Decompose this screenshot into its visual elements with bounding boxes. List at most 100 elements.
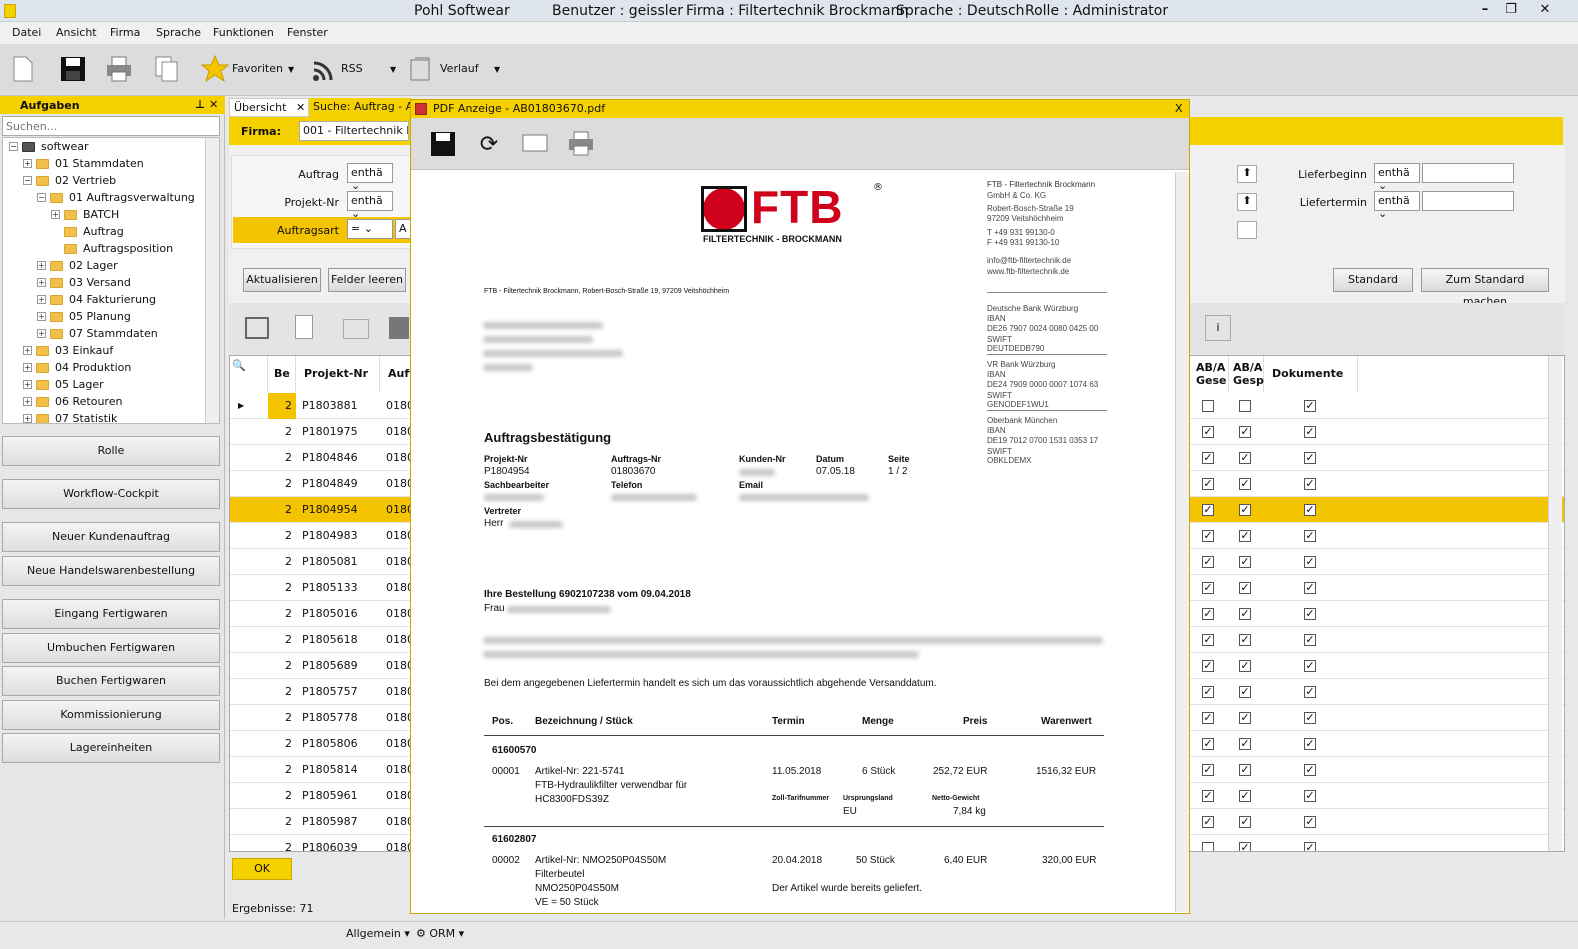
restore-button[interactable]: ❐ [1498,1,1524,19]
checkbox[interactable]: ✓ [1239,738,1251,750]
expand-icon[interactable]: + [23,397,32,406]
tree-node[interactable]: +02 Lager [37,257,118,274]
expand-icon[interactable]: + [37,261,46,270]
checkbox[interactable]: ✓ [1202,530,1214,542]
favorites-star-icon[interactable] [200,54,230,84]
info-icon[interactable]: i [1205,315,1231,341]
tasks-search-input[interactable] [2,116,220,136]
zum-standard-machen-button[interactable]: Zum Standard machen [1421,268,1549,308]
tree-node[interactable]: +04 Fakturierung [37,291,156,308]
pdf-email-icon[interactable] [521,132,549,154]
col-ab-gese[interactable]: AB/A Gese [1192,356,1229,392]
rss-label[interactable]: RSS [341,62,363,75]
checkbox[interactable]: ✓ [1239,790,1251,802]
expand-icon[interactable]: + [51,210,60,219]
projekt-operator-select[interactable]: enthä ⌄ [347,191,393,220]
checkbox[interactable]: ✓ [1304,842,1316,851]
checkbox[interactable]: ✓ [1239,426,1251,438]
col-ab-gesp[interactable]: AB/A Gesp [1229,356,1264,392]
checkbox[interactable] [1239,400,1251,412]
collapse-icon[interactable]: − [37,193,46,202]
workflow-cockpit-button[interactable]: Workflow-Cockpit [2,479,220,509]
checkbox[interactable]: ✓ [1202,790,1214,802]
checkbox[interactable]: ✓ [1239,504,1251,516]
felder-leeren-button[interactable]: Felder leeren [328,268,406,292]
collapse-icon[interactable]: − [23,176,32,185]
menu-fenster[interactable]: Fenster [287,26,328,39]
checkbox[interactable]: ✓ [1304,452,1316,464]
neuer-kundenauftrag-button[interactable]: Neuer Kundenauftrag [2,522,220,552]
save-icon[interactable] [58,54,88,84]
checkbox[interactable]: ✓ [1239,842,1251,851]
history-icon[interactable] [406,54,436,84]
menu-ansicht[interactable]: Ansicht [56,26,97,39]
checkbox[interactable]: ✓ [1202,478,1214,490]
checkbox[interactable]: ✓ [1304,738,1316,750]
lieferbeginn-date-input[interactable] [1422,163,1514,183]
status-orm[interactable]: ⚙ ORM ▾ [416,927,464,940]
checkbox[interactable]: ✓ [1202,556,1214,568]
checkbox[interactable]: ✓ [1304,478,1316,490]
new-row-icon[interactable] [295,315,313,339]
menu-firma[interactable]: Firma [110,26,140,39]
rss-dropdown-icon[interactable]: ▼ [390,65,396,74]
tab-search-auftrag[interactable]: Suche: Auftrag - Au [309,98,411,117]
tree-node[interactable]: − 01 Auftragsverwaltung [37,189,195,206]
up-arrow-icon[interactable]: ⬆ [1237,165,1257,183]
tree-node[interactable]: +03 Versand [37,274,131,291]
minimize-button[interactable]: – [1472,1,1498,19]
expand-icon[interactable]: + [23,159,32,168]
new-document-icon[interactable] [10,54,36,84]
checkbox[interactable]: ✓ [1239,608,1251,620]
checkbox[interactable]: ✓ [1304,764,1316,776]
rss-icon[interactable] [310,58,336,84]
checkbox[interactable]: ✓ [1304,634,1316,646]
checkbox[interactable]: ✓ [1202,582,1214,594]
tree-node[interactable]: +07 Stammdaten [37,325,158,342]
checkbox[interactable]: ✓ [1239,478,1251,490]
close-window-button[interactable]: ✕ [1532,1,1558,19]
menu-funktionen[interactable]: Funktionen [213,26,274,39]
checkbox[interactable]: ✓ [1202,738,1214,750]
col-be[interactable]: Be [268,356,296,392]
close-panel-icon[interactable]: ✕ [209,98,218,111]
checkbox[interactable]: ✓ [1304,556,1316,568]
tree-node[interactable]: +05 Planung [37,308,131,325]
favorites-label[interactable]: Favoriten [232,62,283,75]
checkbox[interactable]: ✓ [1239,582,1251,594]
checkbox[interactable]: ✓ [1239,660,1251,672]
tree-node[interactable]: Auftrag [51,223,124,240]
checkbox[interactable]: ✓ [1304,504,1316,516]
checkbox[interactable]: ✓ [1239,634,1251,646]
pdf-save-icon[interactable] [429,130,457,158]
buchen-fertigwaren-button[interactable]: Buchen Fertigwaren [2,666,220,696]
tree-node[interactable]: +01 Stammdaten [23,155,144,172]
print-icon[interactable] [104,54,134,84]
checkbox[interactable]: ✓ [1202,504,1214,516]
menu-sprache[interactable]: Sprache [156,26,201,39]
expand-icon[interactable]: + [37,329,46,338]
checkbox[interactable]: ✓ [1239,556,1251,568]
checkbox[interactable]: ✓ [1239,816,1251,828]
expand-icon[interactable]: + [23,380,32,389]
neue-handelswarenbestellung-button[interactable]: Neue Handelswarenbestellung [2,556,220,586]
checkbox[interactable]: ✓ [1239,686,1251,698]
grid-save-icon[interactable] [389,317,409,339]
checkbox[interactable]: ✓ [1202,634,1214,646]
pin-icon[interactable]: ⊥ [195,98,205,111]
expand-icon[interactable]: + [37,278,46,287]
auftrag-operator-select[interactable]: enthä ⌄ [347,163,393,192]
copy-icon[interactable] [152,54,182,84]
checkbox[interactable]: ✓ [1202,452,1214,464]
pdf-close-button[interactable]: X [1175,102,1183,115]
checkbox[interactable]: ✓ [1304,582,1316,594]
tree-node[interactable]: +04 Produktion [23,359,131,376]
folder-icon[interactable] [343,319,369,339]
checkbox[interactable]: ✓ [1304,712,1316,724]
company-select[interactable]: 001 - Filtertechnik Bro [299,121,409,141]
checkbox[interactable]: ✓ [1202,608,1214,620]
auftragsart-input[interactable]: A [395,219,411,239]
auftragsart-operator-select[interactable]: = ⌄ [347,219,393,239]
col-projekt[interactable]: Projekt-Nr [296,356,380,392]
up-arrow-icon[interactable]: ⬆ [1237,193,1257,211]
